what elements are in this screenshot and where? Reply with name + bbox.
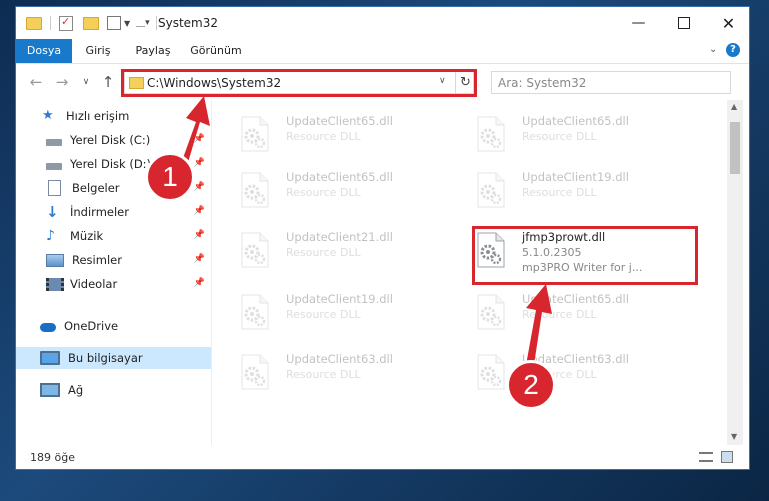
step-2-badge: 2 [506, 360, 556, 410]
step-1-badge: 1 [145, 152, 195, 202]
annotation-arrows [178, 96, 552, 378]
